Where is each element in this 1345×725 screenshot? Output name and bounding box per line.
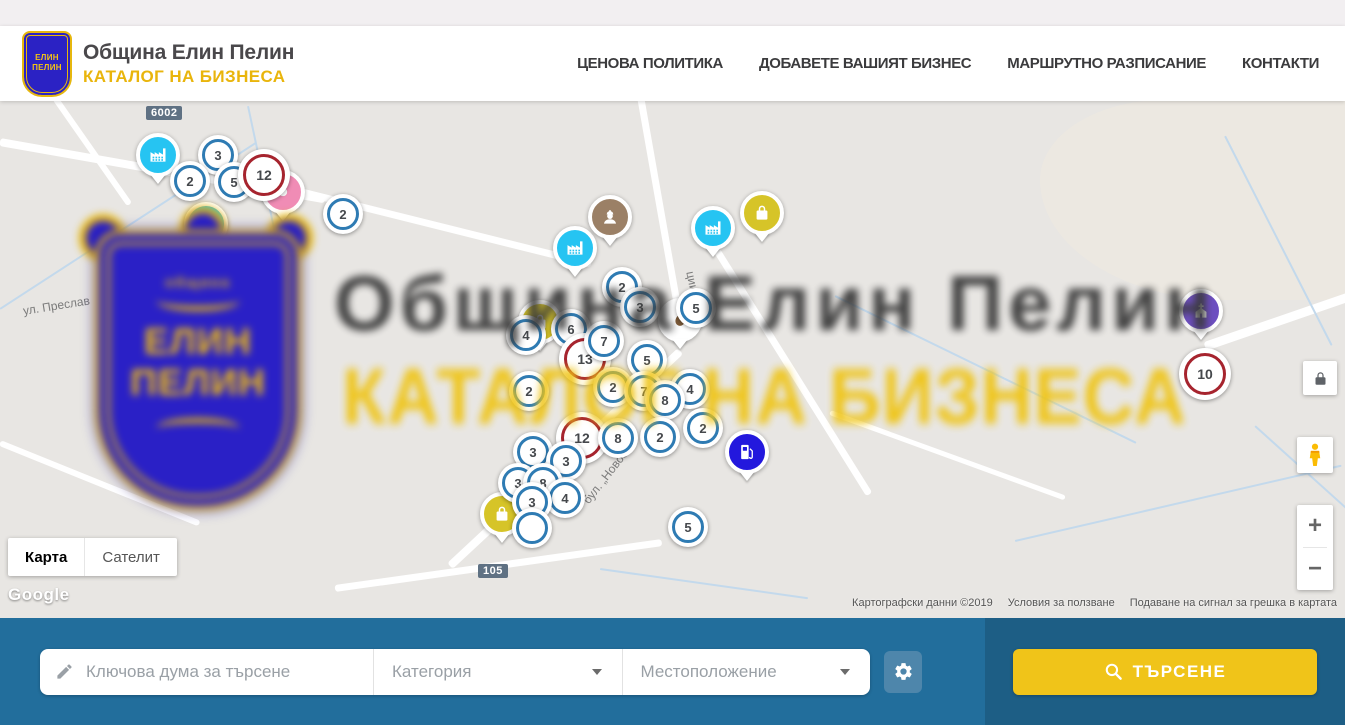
search-fields-container: Категория Местоположение [40, 649, 870, 695]
location-dropdown-label: Местоположение [641, 662, 777, 682]
lock-icon [1313, 371, 1328, 386]
map-cluster-marker[interactable]: 2 [509, 371, 549, 411]
emblem-line2: ПЕЛИН [32, 64, 62, 73]
map-cluster-marker[interactable]: 5 [676, 288, 716, 328]
map-cluster-marker[interactable]: 5 [668, 507, 708, 547]
map-cluster-marker[interactable]: 4 [506, 315, 546, 355]
street-view-pegman-button[interactable] [1297, 437, 1333, 473]
search-button-label: ТЪРСЕНЕ [1133, 662, 1227, 682]
zoom-control: + − [1297, 505, 1333, 590]
chevron-down-icon [592, 669, 602, 675]
nav-add-business[interactable]: ДОБАВЕТЕ ВАШИЯТ БИЗНЕС [759, 55, 971, 72]
maptype-map-button[interactable]: Карта [8, 538, 84, 576]
chevron-down-icon [840, 669, 850, 675]
category-dropdown-label: Категория [392, 662, 471, 682]
map-cluster-marker[interactable]: 2 [683, 408, 723, 448]
keyword-input[interactable] [84, 661, 338, 683]
attribution-report-link[interactable]: Подаване на сигнал за грешка в картата [1130, 597, 1337, 609]
map-pin-factory-marker[interactable] [691, 206, 735, 257]
maptype-satellite-button[interactable]: Сателит [84, 538, 177, 576]
lock-button[interactable] [1303, 361, 1337, 395]
map-pin-factory-marker[interactable] [184, 202, 228, 253]
category-dropdown[interactable]: Категория [373, 649, 622, 695]
header: ЕЛИН ПЕЛИН Община Елин Пелин КАТАЛОГ НА … [0, 26, 1345, 101]
emblem-line1: ЕЛИН [35, 54, 59, 63]
map-cluster-marker[interactable]: 8 [598, 418, 638, 458]
keyword-field-wrap [40, 649, 373, 695]
location-dropdown[interactable]: Местоположение [622, 649, 871, 695]
zoom-out-button[interactable]: − [1297, 548, 1333, 590]
map-cluster-marker[interactable]: 12 [238, 149, 290, 201]
map-canvas[interactable]: 6002 105 ул. Преслав бул. „Новосел ции“ … [0, 100, 1345, 618]
nav-contacts[interactable]: КОНТАКТИ [1242, 55, 1319, 72]
map-pin-worker-marker[interactable] [588, 195, 632, 246]
map-pin-fuel-marker[interactable] [725, 430, 769, 481]
main-nav: ЦЕНОВА ПОЛИТИКА ДОБАВЕТЕ ВАШИЯТ БИЗНЕС М… [577, 55, 1345, 72]
map-cluster-marker[interactable]: 7 [584, 321, 624, 361]
page-top-strip [0, 0, 1345, 26]
google-logo[interactable]: Google [8, 585, 70, 605]
map-cluster-marker[interactable]: 10 [1179, 348, 1231, 400]
map-cluster-marker[interactable]: 2 [323, 194, 363, 234]
map-cluster-marker[interactable] [512, 508, 552, 548]
nav-pricing[interactable]: ЦЕНОВА ПОЛИТИКА [577, 55, 723, 72]
search-button[interactable]: ТЪРСЕНЕ [1013, 649, 1317, 695]
maptype-control: Карта Сателит [8, 538, 177, 576]
site-logo[interactable]: ЕЛИН ПЕЛИН Община Елин Пелин КАТАЛОГ НА … [22, 31, 294, 97]
map-pin-church-marker[interactable] [1179, 289, 1223, 340]
attribution-data: Картографски данни ©2019 [852, 597, 993, 609]
zoom-in-button[interactable]: + [1297, 505, 1333, 547]
search-bar: Категория Местоположение ТЪРСЕНЕ [0, 618, 1345, 725]
site-subtitle: КАТАЛОГ НА БИЗНЕСА [83, 67, 294, 87]
search-bar-right: ТЪРСЕНЕ [985, 618, 1345, 725]
search-icon [1104, 662, 1123, 681]
map-cluster-marker[interactable]: 3 [620, 287, 660, 327]
nav-route-schedule[interactable]: МАРШРУТНО РАЗПИСАНИЕ [1007, 55, 1206, 72]
map-cluster-marker[interactable]: 2 [640, 417, 680, 457]
map-attribution: Картографски данни ©2019 Условия за полз… [852, 597, 1337, 609]
logo-text: Община Елин Пелин КАТАЛОГ НА БИЗНЕСА [83, 41, 294, 87]
pegman-icon [1304, 442, 1326, 468]
map-markers-layer: 3251222356413752274822128333843510 [0, 100, 1345, 618]
map-pin-bag-marker[interactable] [740, 191, 784, 242]
attribution-terms-link[interactable]: Условия за ползване [1008, 597, 1115, 609]
site-title: Община Елин Пелин [83, 41, 294, 65]
map-cluster-marker[interactable]: 2 [170, 161, 210, 201]
map-cluster-marker[interactable]: 8 [645, 380, 685, 420]
advanced-search-button[interactable] [884, 651, 922, 693]
municipality-emblem-icon: ЕЛИН ПЕЛИН [22, 31, 72, 97]
gear-icon [893, 661, 914, 682]
search-bar-left: Категория Местоположение [0, 618, 985, 725]
pencil-icon [55, 662, 74, 681]
